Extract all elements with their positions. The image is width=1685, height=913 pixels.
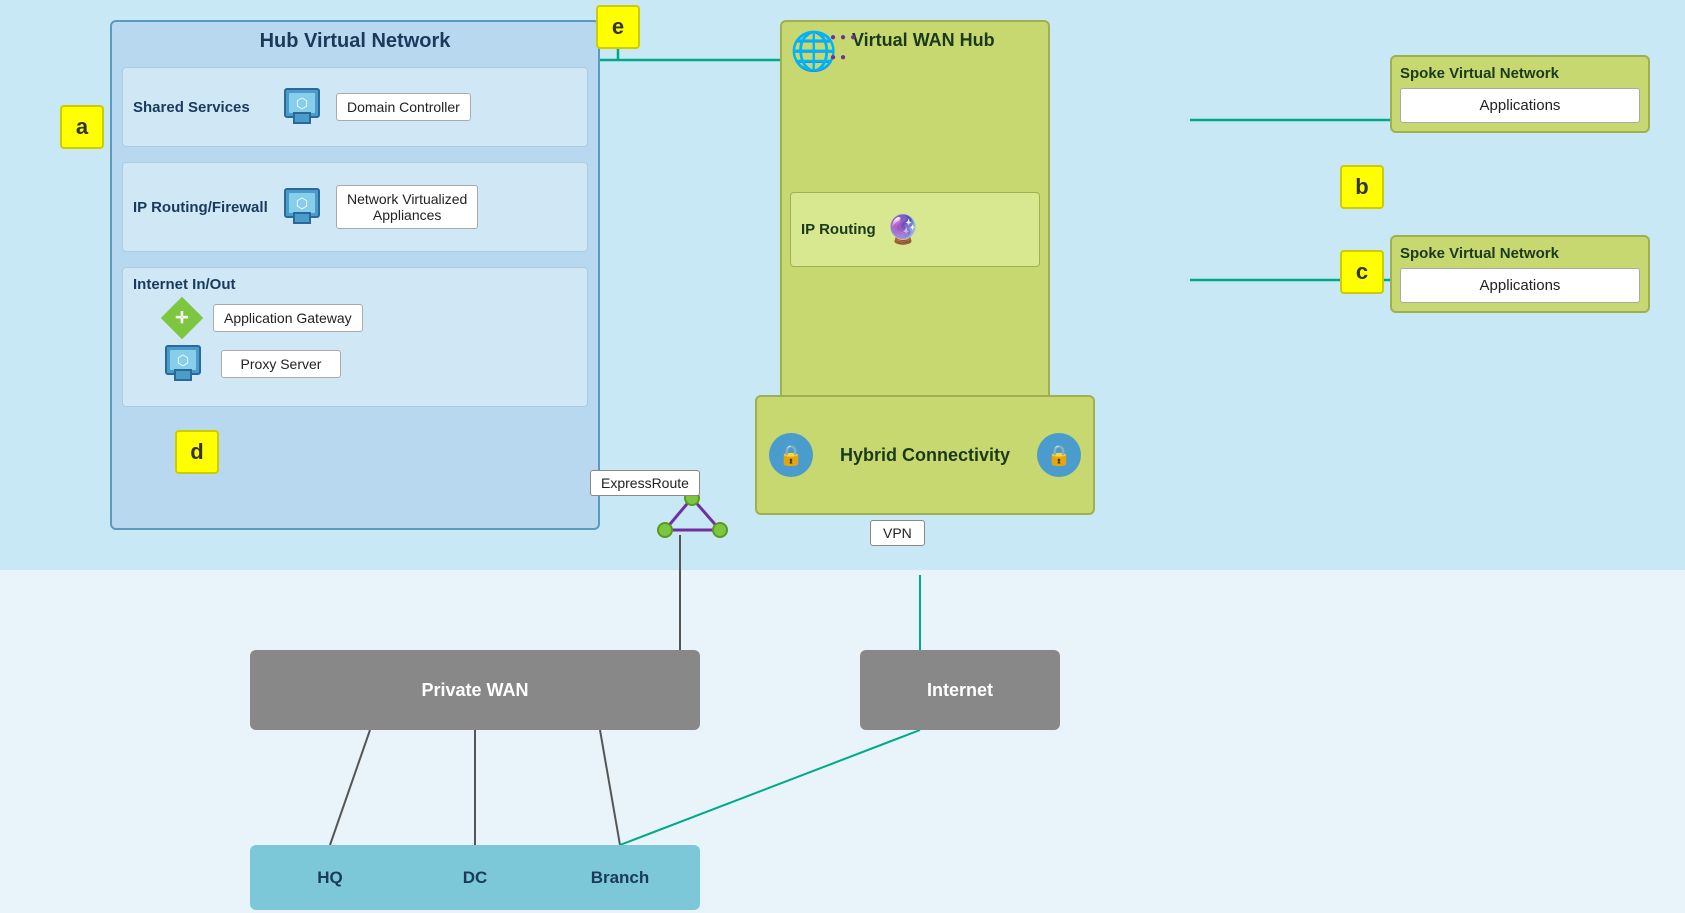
spoke-bottom-apps: Applications <box>1400 268 1640 303</box>
hybrid-conn-text: Hybrid Connectivity <box>823 445 1027 466</box>
hq-terminal: HQ <box>250 845 410 910</box>
internet-box: Internet <box>860 650 1060 730</box>
spoke-vnet-bottom: Spoke Virtual Network Applications <box>1390 235 1650 313</box>
vwan-routing-label: IP Routing <box>801 221 876 238</box>
spoke-top-apps: Applications <box>1400 88 1640 123</box>
lock-arrows-right: 🔒 <box>1037 433 1081 477</box>
label-a: a <box>60 105 104 149</box>
network-virtualized-appliances-box: Network VirtualizedAppliances <box>336 185 478 229</box>
spoke-vnet-top: Spoke Virtual Network Applications <box>1390 55 1650 133</box>
spoke-vnet-bottom-title: Spoke Virtual Network <box>1400 245 1640 262</box>
label-d: d <box>175 430 219 474</box>
spoke-vnet-top-title: Spoke Virtual Network <box>1400 65 1640 82</box>
hub-vnet-title: Hub Virtual Network <box>112 22 598 59</box>
label-c: c <box>1340 250 1384 294</box>
label-e: e <box>596 5 640 49</box>
hybrid-connectivity: 🔒 Hybrid Connectivity 🔒 <box>755 395 1095 515</box>
hybrid-conn-title: Hybrid Connectivity <box>823 445 1027 466</box>
ip-routing-firewall-label: IP Routing/Firewall <box>133 199 278 216</box>
lock-icon-right: 🔒 <box>1047 443 1072 468</box>
vpn-label: VPN <box>870 520 925 546</box>
app-gateway-row: ✛ Application Gateway <box>163 299 577 337</box>
proxy-server-row: ⬡ Proxy Server <box>163 345 577 383</box>
vwan-routing-section: IP Routing 🔮 <box>790 192 1040 267</box>
purple-dots: ● ● ● <box>830 32 856 43</box>
internet-inout-section: Internet In/Out ✛ Application Gateway ⬡ <box>122 267 588 407</box>
application-gateway-box: Application Gateway <box>213 304 363 332</box>
expressroute-label: ExpressRoute <box>590 470 700 496</box>
shared-services-label: Shared Services <box>133 99 278 116</box>
proxy-server-box: Proxy Server <box>221 350 341 378</box>
ip-routing-firewall-section: IP Routing/Firewall ⬡ Network Virtualize… <box>122 162 588 252</box>
network-appliance-icon: ⬡ <box>284 188 320 218</box>
purple-dots-2: ● ● <box>830 52 846 63</box>
branch-terminal: Branch <box>540 845 700 910</box>
shared-services-section: Shared Services ⬡ Domain Controller <box>122 67 588 147</box>
lock-arrows-left: 🔒 <box>769 433 813 477</box>
cross-icon: ✛ <box>175 308 188 328</box>
cube-icon: ⬡ <box>296 95 308 112</box>
dc-terminal: DC <box>395 845 555 910</box>
label-b: b <box>1340 165 1384 209</box>
lock-icon-left: 🔒 <box>779 443 804 468</box>
proxy-icon: ⬡ <box>165 345 207 383</box>
internet-inout-label: Internet In/Out <box>133 276 278 293</box>
shared-services-icon: ⬡ <box>284 88 320 118</box>
cube-icon-2: ⬡ <box>296 195 308 212</box>
domain-controller-box: Domain Controller <box>336 93 471 121</box>
app-gateway-icon: ✛ <box>163 299 201 337</box>
private-wan-box: Private WAN <box>250 650 700 730</box>
routing-icon: 🔮 <box>886 213 921 246</box>
